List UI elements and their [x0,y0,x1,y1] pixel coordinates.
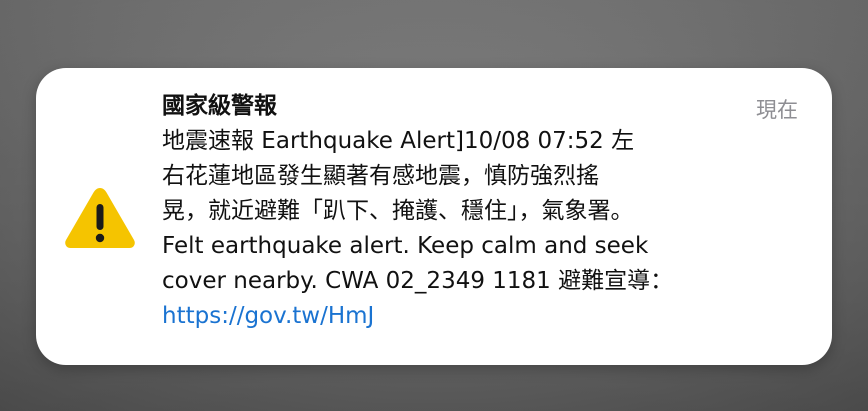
message-line: cover nearby. CWA 02_2349 1181 避難宣導： [162,268,674,294]
message-line: Felt earthquake alert. Keep calm and see… [162,233,649,259]
warning-triangle-icon [65,188,135,248]
notification-timestamp: 現在 [756,98,798,122]
notification-content: 國家級警報 地震速報 Earthquake Alert]10/08 07:52 … [162,89,762,334]
message-line: 右花蓮地區發生顯著有感地震，慎防強烈搖 [162,163,599,189]
message-line: 地震速報 Earthquake Alert]10/08 07:52 左 [162,128,635,154]
message-line: 晃，就近避難「趴下、掩護、穩住」，氣象署。 [162,198,634,224]
emergency-alert-notification[interactable]: 現在 國家級警報 地震速報 Earthquake Alert]10/08 07:… [36,68,832,365]
alert-info-link[interactable]: https://gov.tw/HmJ [162,299,762,334]
notification-message: 地震速報 Earthquake Alert]10/08 07:52 左 右花蓮地… [162,124,762,334]
notification-title: 國家級警報 [162,93,277,119]
